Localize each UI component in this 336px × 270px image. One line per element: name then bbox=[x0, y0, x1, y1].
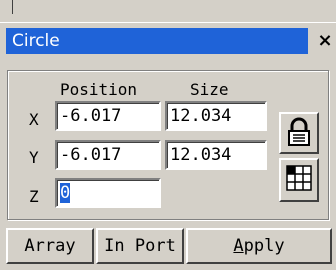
z-row-label: Z bbox=[29, 187, 39, 206]
in-port-button-label: In Port bbox=[104, 236, 176, 256]
close-button[interactable]: × bbox=[314, 30, 336, 52]
toolbar-edge-mark bbox=[12, 0, 13, 14]
z-position-field[interactable]: 0 bbox=[55, 178, 161, 208]
y-position-field[interactable]: -6.017 bbox=[55, 140, 161, 170]
in-port-button[interactable]: In Port bbox=[96, 228, 184, 264]
apply-button-label: pply bbox=[243, 236, 285, 256]
x-position-field[interactable]: -6.017 bbox=[55, 101, 161, 131]
grid-icon bbox=[286, 165, 312, 191]
close-icon: × bbox=[317, 30, 333, 51]
top-toolbar-strip bbox=[0, 0, 336, 23]
x-size-field[interactable]: 12.034 bbox=[165, 101, 267, 131]
array-button[interactable]: Array bbox=[6, 228, 94, 264]
size-column-header: Size bbox=[190, 80, 229, 99]
x-row-label: X bbox=[29, 110, 39, 129]
y-position-value: -6.017 bbox=[60, 145, 122, 165]
z-position-value: 0 bbox=[60, 183, 71, 203]
apply-button-mnemonic: A bbox=[233, 236, 244, 256]
x-size-value: 12.034 bbox=[170, 106, 232, 126]
array-button-label: Array bbox=[24, 236, 76, 256]
y-size-field[interactable]: 12.034 bbox=[165, 140, 267, 170]
position-column-header: Position bbox=[60, 80, 138, 99]
panel-title-bar: Circle bbox=[6, 28, 308, 54]
lock-aspect-button[interactable] bbox=[279, 112, 319, 154]
x-position-value: -6.017 bbox=[60, 106, 122, 126]
lock-icon bbox=[288, 117, 310, 146]
panel-title: Circle bbox=[12, 31, 60, 51]
y-size-value: 12.034 bbox=[170, 145, 232, 165]
y-row-label: Y bbox=[29, 148, 39, 167]
apply-button[interactable]: Apply bbox=[186, 228, 332, 264]
reference-point-button[interactable] bbox=[279, 158, 319, 202]
